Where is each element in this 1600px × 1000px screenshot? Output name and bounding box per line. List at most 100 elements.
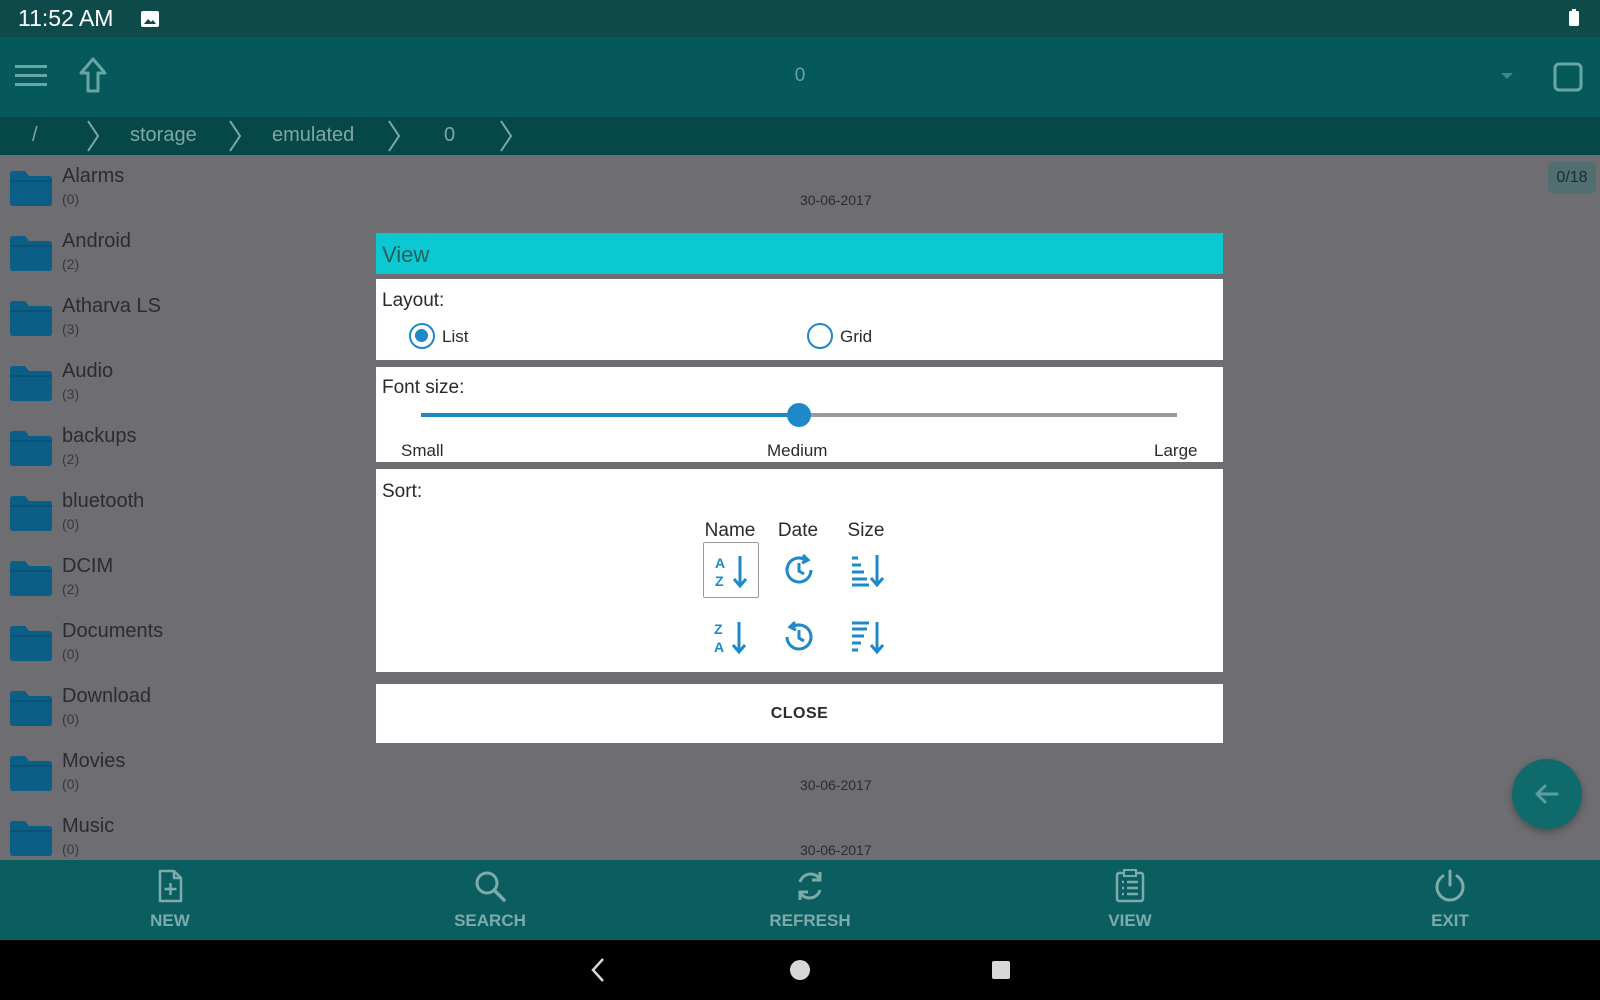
selection-counter-badge: 0/18 <box>1548 162 1596 194</box>
slider-thumb[interactable] <box>787 403 811 427</box>
file-date: 30-06-2017 <box>800 842 872 858</box>
file-list-item[interactable]: Movies (0) 30-06-2017 <box>0 740 1600 805</box>
file-item-count: (0) <box>62 711 80 727</box>
exit-button[interactable]: EXIT <box>1370 860 1530 940</box>
file-name: Music <box>62 815 115 837</box>
sort-size-desc-icon <box>852 621 885 655</box>
layout-list-label[interactable]: List <box>442 327 468 347</box>
sort-date-asc-button[interactable] <box>771 542 827 598</box>
hamburger-menu-icon[interactable] <box>15 61 47 91</box>
sort-alpha-asc-icon: A Z <box>715 555 748 589</box>
breadcrumb-chevron-icon <box>229 120 242 152</box>
sort-name-asc-button[interactable]: A Z <box>703 542 759 598</box>
folder-icon <box>10 236 52 271</box>
clock-forward-icon <box>785 553 813 584</box>
folder-icon <box>10 561 52 596</box>
slider-fill <box>421 413 799 417</box>
file-item-count: (0) <box>62 841 80 857</box>
search-label: SEARCH <box>454 911 526 930</box>
font-size-small-label: Small <box>401 441 444 460</box>
file-item-count: (3) <box>62 386 80 402</box>
arrow-left-icon <box>1535 784 1559 804</box>
refresh-button[interactable]: REFRESH <box>730 860 890 940</box>
breadcrumb-storage[interactable]: storage <box>130 124 197 147</box>
breadcrumb-chevron-icon <box>500 120 513 152</box>
file-list-item[interactable]: Alarms (0) 30-06-2017 <box>0 155 1600 220</box>
file-name: DCIM <box>62 555 114 577</box>
dialog-title: View <box>382 242 430 267</box>
select-all-checkbox-icon[interactable] <box>1553 62 1583 92</box>
breadcrumb-current[interactable]: 0 <box>444 124 455 147</box>
breadcrumb-root[interactable]: / <box>32 124 38 147</box>
file-item-count: (2) <box>62 451 80 467</box>
sort-name-desc-button[interactable]: Z A <box>703 609 759 665</box>
folder-icon <box>10 431 52 466</box>
folder-icon <box>10 756 52 791</box>
file-item-count: (0) <box>62 646 80 662</box>
breadcrumb-chevron-icon <box>388 120 401 152</box>
nav-back-icon[interactable] <box>588 957 608 983</box>
view-icon <box>1115 869 1145 903</box>
new-button[interactable]: NEW <box>90 860 250 940</box>
file-name: Audio <box>62 360 114 382</box>
power-icon <box>1435 869 1465 902</box>
layout-list-radio[interactable] <box>409 323 435 349</box>
up-arrow-icon[interactable] <box>78 57 108 95</box>
view-dialog: View Layout: List Grid Font size: Small … <box>376 233 1223 743</box>
nav-recents-icon[interactable] <box>992 961 1010 979</box>
view-button[interactable]: VIEW <box>1050 860 1210 940</box>
view-label: VIEW <box>1108 911 1152 930</box>
file-name: Download <box>62 685 151 707</box>
layout-label: Layout: <box>382 290 445 311</box>
status-time: 11:52 AM <box>18 5 114 31</box>
bottom-action-bar: NEW SEARCH REFRESH VIEW EXIT <box>0 860 1600 940</box>
folder-icon <box>10 171 52 206</box>
sort-name-header: Name <box>704 520 756 541</box>
file-name: Atharva LS <box>62 295 161 317</box>
layout-grid-label[interactable]: Grid <box>840 327 872 347</box>
file-name: Alarms <box>62 165 125 187</box>
file-name: Movies <box>62 750 126 772</box>
sort-size-desc-button[interactable] <box>839 609 895 665</box>
sort-size-asc-icon <box>852 555 885 588</box>
font-size-section: Font size: Small Medium Large <box>376 367 1223 462</box>
breadcrumb-emulated[interactable]: emulated <box>272 124 354 147</box>
file-item-count: (0) <box>62 776 80 792</box>
breadcrumb-chevron-icon <box>87 120 100 152</box>
search-icon <box>475 871 506 902</box>
search-button[interactable]: SEARCH <box>410 860 570 940</box>
close-button[interactable]: CLOSE <box>376 684 1223 743</box>
new-label: NEW <box>150 911 190 930</box>
dialog-header: View <box>376 233 1223 274</box>
back-fab-button[interactable] <box>1512 759 1582 829</box>
app-toolbar: 0 <box>0 37 1600 117</box>
nav-home-icon[interactable] <box>790 960 810 980</box>
folder-icon <box>10 821 52 856</box>
sort-date-header: Date <box>777 520 819 541</box>
folder-icon <box>10 626 52 661</box>
breadcrumb: / storage emulated 0 <box>0 117 1600 155</box>
sort-size-asc-button[interactable] <box>839 542 895 598</box>
new-file-icon <box>158 869 183 903</box>
file-date: 30-06-2017 <box>800 777 872 793</box>
dropdown-arrow-icon[interactable] <box>1500 71 1514 81</box>
file-name: Android <box>62 230 131 252</box>
sort-date-desc-button[interactable] <box>771 609 827 665</box>
sort-size-header: Size <box>847 520 885 541</box>
folder-icon <box>10 366 52 401</box>
svg-text:A: A <box>715 555 725 571</box>
folder-icon <box>10 691 52 726</box>
folder-icon <box>10 301 52 336</box>
file-name: bluetooth <box>62 490 145 512</box>
layout-grid-radio[interactable] <box>807 323 833 349</box>
layout-section: Layout: List Grid <box>376 279 1223 360</box>
refresh-label: REFRESH <box>769 911 851 930</box>
svg-text:A: A <box>714 639 724 655</box>
file-date: 30-06-2017 <box>800 192 872 208</box>
file-name: backups <box>62 425 137 447</box>
clock-history-icon <box>785 620 813 651</box>
refresh-icon <box>798 872 822 900</box>
file-item-count: (0) <box>62 516 80 532</box>
svg-text:Z: Z <box>715 573 724 589</box>
font-size-slider[interactable] <box>421 403 1177 427</box>
